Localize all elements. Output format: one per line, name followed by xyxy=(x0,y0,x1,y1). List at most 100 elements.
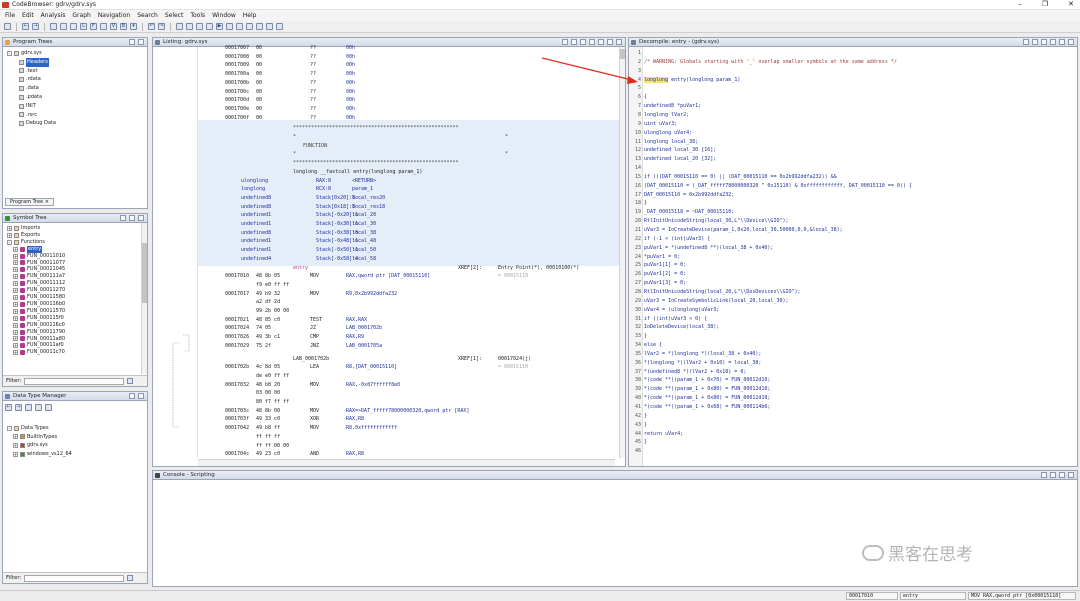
tree-item-debug-data[interactable]: Debug Data xyxy=(7,119,147,128)
panel-menu-icon[interactable] xyxy=(129,39,135,45)
decompile-line[interactable]: 30 uVar4 = (ulonglong)uVar3; xyxy=(629,307,1077,315)
symbol-function-item[interactable]: + FUN_00011045 xyxy=(7,266,147,273)
decompile-line[interactable]: 8 longlong lVar2; xyxy=(629,112,1077,120)
decompile-line[interactable]: 16 (DAT_00015110 = (_DAT_fffff7800000032… xyxy=(629,183,1077,191)
menu-analysis[interactable]: Analysis xyxy=(41,12,66,19)
listing-row[interactable]: 0001703f 49 33 c0 XOR RAX,R8 xyxy=(153,415,625,424)
symbol-function-item[interactable]: + FUN_00011a80 xyxy=(7,336,147,343)
decompile-line[interactable]: 27 puVar1[3] = 0; xyxy=(629,280,1077,288)
decompile-line[interactable]: 25 puVar1[1] = 0; xyxy=(629,262,1077,270)
symbol-function-item[interactable]: + FUN_00011c70 xyxy=(7,349,147,356)
forward-arrow-icon[interactable]: → xyxy=(15,404,22,411)
listing-row[interactable]: 00017010 48 8b 05 MOV RAX,qword ptr [DAT_00… xyxy=(153,272,625,281)
symbol-function-item[interactable]: + FUN_00011077 xyxy=(7,260,147,267)
panel-close-icon[interactable] xyxy=(1068,39,1074,45)
decompile-line[interactable]: 19 _DAT_00015118 = ~DAT_00015110; xyxy=(629,209,1077,217)
decompile-line[interactable]: 14 xyxy=(629,165,1077,173)
listing-star-row[interactable]: ****************************************… xyxy=(153,124,625,133)
decompile-line[interactable]: 28 RtlInitUnicodeString(local_20,L"\\Dos… xyxy=(629,289,1077,297)
listing-row[interactable]: 00017024 74 05 JZ LAB_0001702b xyxy=(153,324,625,333)
decompile-line[interactable]: 7 undefined8 *puVar1; xyxy=(629,103,1077,111)
panel-close-icon[interactable] xyxy=(138,393,144,399)
panel-menu-icon[interactable] xyxy=(129,215,135,221)
symbol-function-item[interactable]: + FUN_000116b0 xyxy=(7,301,147,308)
decompile-line[interactable]: 36 *(longlong *)(lVar2 + 0x10) = local_3… xyxy=(629,360,1077,368)
decompile-line[interactable]: 3 xyxy=(629,68,1077,76)
tool-icon-6[interactable] xyxy=(236,23,243,30)
filter-options-icon[interactable] xyxy=(127,378,134,384)
datatype-gdrv[interactable]: + gdrv.sys xyxy=(7,441,147,450)
symbol-function-item[interactable]: + entry xyxy=(7,245,147,253)
undo-icon[interactable]: ↶ xyxy=(148,23,155,30)
listing-row[interactable]: 00017021 48 85 c0 TEST RAX,RAX xyxy=(153,316,625,325)
expand-icon[interactable]: + xyxy=(13,253,18,259)
expand-icon[interactable]: + xyxy=(13,281,18,287)
listing-lab-label-row[interactable]: LAB_0001702b XREF[1]: 00017024(j) xyxy=(153,355,625,364)
listing-row[interactable]: 03 00 00 xyxy=(153,389,625,398)
listing-variable-row[interactable]: undefined1 Stack[-0x50]:1 local_50 xyxy=(153,246,625,255)
listing-row[interactable]: 99 2b 00 00 xyxy=(153,307,625,316)
listing-variable-row[interactable]: undefined1 Stack[-0x48]:1 local_48 xyxy=(153,237,625,246)
tree-item-rdata[interactable]: .rdata xyxy=(7,75,147,84)
symbol-function-item[interactable]: + FUN_00011790 xyxy=(7,329,147,336)
listing-star-row[interactable]: * * xyxy=(153,150,625,159)
tree-root[interactable]: - gdrv.sys xyxy=(7,49,147,58)
decompile-line[interactable]: 40 *(code **)(param_1 + 0x80) = FUN_0001… xyxy=(629,395,1077,403)
symbol-function-item[interactable]: + FUN_000115f0 xyxy=(7,315,147,322)
snapshot-icon[interactable] xyxy=(1050,39,1056,45)
nav-undefined-icon[interactable] xyxy=(70,23,77,30)
copy-icon[interactable] xyxy=(1032,39,1038,45)
listing-row[interactable]: 00017029 75 2f JNZ LAB_0001705a xyxy=(153,342,625,351)
decompile-line[interactable]: 31 if ((int)uVar3 < 0) { xyxy=(629,316,1077,324)
menu-edit[interactable]: Edit xyxy=(22,12,34,19)
expand-icon[interactable]: + xyxy=(13,308,18,314)
decompile-line[interactable]: 43 } xyxy=(629,422,1077,430)
listing-row[interactable]: de e0 ff ff xyxy=(153,372,625,381)
datatype-windows[interactable]: + windows_vs12_64 xyxy=(7,450,147,459)
nav-dropdown-icon[interactable]: ▾ xyxy=(130,23,137,30)
listing-variable-row[interactable]: longlong RCX:8 param_1 xyxy=(153,185,625,194)
panel-menu-icon[interactable] xyxy=(129,393,135,399)
remove-filter-icon[interactable] xyxy=(35,404,42,411)
nav-label-icon[interactable]: L xyxy=(80,23,87,30)
nav-instruction-icon[interactable] xyxy=(60,23,67,30)
decompile-line[interactable]: 1 xyxy=(629,50,1077,58)
expand-icon[interactable]: + xyxy=(13,336,18,342)
listing-star-row[interactable]: * * xyxy=(153,133,625,142)
tree-item-data[interactable]: .data xyxy=(7,84,147,93)
listing-signature-row[interactable]: longlong __fastcall entry(longlong param… xyxy=(153,168,625,177)
menu-graph[interactable]: Graph xyxy=(72,12,90,19)
expand-icon[interactable]: + xyxy=(13,301,18,307)
expand-icon[interactable]: + xyxy=(13,246,18,252)
tool-icon-3[interactable] xyxy=(196,23,203,30)
decompile-line[interactable]: 26 puVar1[2] = 0; xyxy=(629,271,1077,279)
listing-row[interactable]: 00017026 49 3b c1 CMP RAX,R9 xyxy=(153,333,625,342)
decompile-line[interactable]: 42 } xyxy=(629,413,1077,421)
decompile-line[interactable]: 37 *(undefined8 *)(lVar2 + 0x18) = 0; xyxy=(629,369,1077,377)
decompile-line[interactable]: 2/* WARNING: Globals starting with '_' o… xyxy=(629,59,1077,67)
listing-row[interactable]: 0001700c 00?? 00h xyxy=(153,88,625,97)
tool-icon-8[interactable] xyxy=(256,23,263,30)
back-arrow-icon[interactable]: ← xyxy=(22,23,29,30)
menu-select[interactable]: Select xyxy=(165,12,184,19)
menu-file[interactable]: File xyxy=(5,12,15,19)
back-arrow-icon[interactable]: ← xyxy=(5,404,12,411)
expand-all-icon[interactable] xyxy=(45,404,52,411)
decompile-line[interactable]: 24 *puVar1 = 0; xyxy=(629,254,1077,262)
tool-icon-5[interactable] xyxy=(226,23,233,30)
listing-row[interactable]: 00017042 49 b8 ff MOV R8,0xffffffffffff xyxy=(153,424,625,433)
listing-variable-row[interactable]: undefined8 Stack[0x18]:8 local_res18 xyxy=(153,203,625,212)
expand-icon[interactable]: + xyxy=(13,315,18,321)
decompile-line[interactable]: 10 ulonglong uVar4; xyxy=(629,130,1077,138)
symbol-group-imports[interactable]: + Imports xyxy=(7,225,147,232)
redo-icon[interactable]: ↷ xyxy=(158,23,165,30)
decompile-line[interactable]: 22 if (-1 < (int)uVar3) { xyxy=(629,236,1077,244)
listing-row[interactable]: 80 f7 ff ff xyxy=(153,398,625,407)
tool-icon-7[interactable] xyxy=(246,23,253,30)
listing-row[interactable]: 0001703c 48 8b 00 MOV RAX=>DAT_fffff7800000… xyxy=(153,407,625,416)
menu-navigation[interactable]: Navigation xyxy=(98,12,130,19)
listing-scrollbar[interactable] xyxy=(619,47,625,458)
highlighted-token[interactable]: longlong xyxy=(644,76,669,83)
expand-icon[interactable]: + xyxy=(13,274,18,280)
expand-icon[interactable]: + xyxy=(13,343,18,349)
